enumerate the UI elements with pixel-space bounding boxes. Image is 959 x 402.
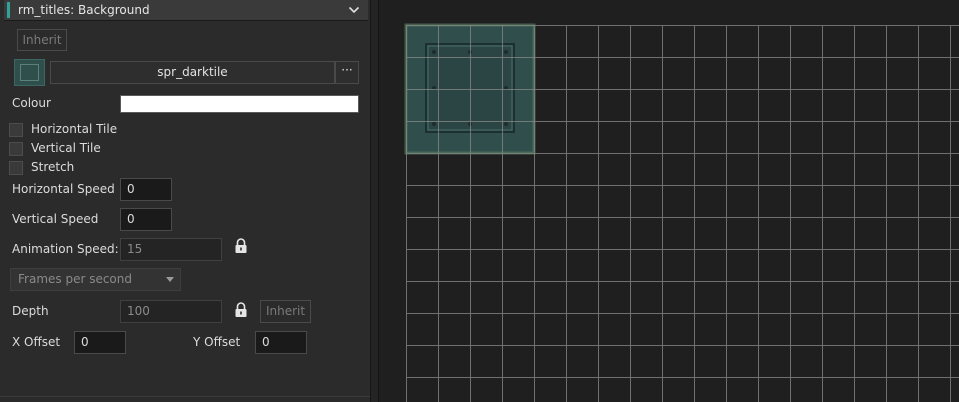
room-grid xyxy=(404,23,959,402)
panel-bottom-divider xyxy=(0,396,370,397)
depth-inherit-button[interactable]: Inherit xyxy=(260,300,311,323)
horizontal-speed-label: Horizontal Speed xyxy=(12,182,115,196)
depth-label: Depth xyxy=(12,304,49,318)
depth-lock-icon[interactable] xyxy=(234,302,248,318)
header-accent-bar xyxy=(7,2,10,18)
animation-unit-dropdown[interactable]: Frames per second xyxy=(10,268,181,291)
vertical-tile-checkbox[interactable] xyxy=(9,142,23,156)
vertical-speed-label: Vertical Speed xyxy=(12,212,99,226)
horizontal-tile-checkbox[interactable] xyxy=(9,123,23,137)
y-offset-input[interactable]: 0 xyxy=(255,331,307,354)
room-canvas[interactable] xyxy=(379,0,959,402)
stretch-checkbox[interactable] xyxy=(9,161,23,175)
chevron-down-icon[interactable] xyxy=(348,4,360,16)
x-offset-label: X Offset xyxy=(12,335,61,349)
dropdown-arrow-icon xyxy=(166,277,174,282)
horizontal-tile-label: Horizontal Tile xyxy=(31,122,118,136)
colour-swatch[interactable] xyxy=(120,95,359,113)
sprite-browse-button[interactable]: ··· xyxy=(335,61,359,84)
sprite-thumbnail-inner xyxy=(20,64,39,81)
lock-icon[interactable] xyxy=(234,238,248,254)
x-offset-input[interactable]: 0 xyxy=(74,331,126,354)
animation-speed-input[interactable]: 15 xyxy=(120,238,222,261)
background-properties-panel: rm_titles: Background Inherit spr_darkti… xyxy=(0,0,371,402)
depth-input[interactable]: 100 xyxy=(120,300,222,323)
y-offset-label: Y Offset xyxy=(193,335,241,349)
colour-label: Colour xyxy=(12,96,51,110)
panel-title: rm_titles: Background xyxy=(18,3,150,17)
sprite-select-button[interactable]: spr_darktile xyxy=(50,61,335,84)
panel-header[interactable]: rm_titles: Background xyxy=(4,0,368,21)
sprite-thumbnail[interactable] xyxy=(14,59,45,86)
inherit-button[interactable]: Inherit xyxy=(17,29,67,51)
horizontal-speed-input[interactable]: 0 xyxy=(120,178,172,201)
animation-unit-value: Frames per second xyxy=(18,272,132,286)
animation-speed-label: Animation Speed: xyxy=(12,242,119,256)
panel-splitter[interactable] xyxy=(371,0,378,402)
vertical-speed-input[interactable]: 0 xyxy=(120,208,172,231)
vertical-tile-label: Vertical Tile xyxy=(31,141,101,155)
stretch-label: Stretch xyxy=(31,160,75,174)
